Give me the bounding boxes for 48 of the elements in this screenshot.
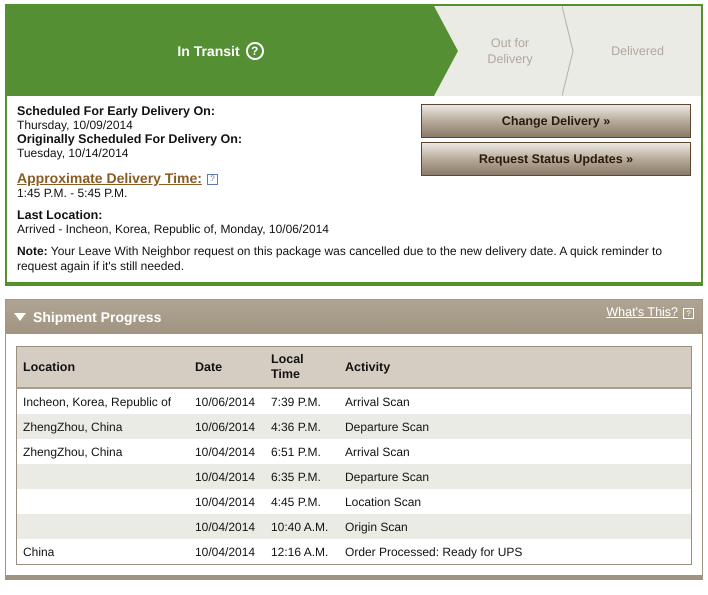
help-icon[interactable]: ? — [206, 174, 218, 184]
table-cell: 4:36 P.M. — [265, 414, 339, 439]
column-header: Activity — [339, 346, 692, 388]
table-cell: 10/06/2014 — [189, 388, 265, 414]
table-cell: ZhengZhou, China — [16, 439, 189, 464]
field-label: Originally Scheduled For Delivery On: — [17, 132, 244, 146]
column-header: Date — [189, 346, 265, 388]
table-cell: 10/04/2014 — [189, 514, 265, 539]
field-value: Tuesday, 10/14/2014 — [17, 146, 130, 160]
table-cell: Arrival Scan — [339, 388, 692, 414]
whats-this-link[interactable]: What's This? — [606, 305, 678, 319]
note-text: Note: Your Leave With Neighbor request on this package was cancelled due to the new delivery date. A quick reminder to request again if it's still needed. — [17, 244, 664, 274]
help-icon[interactable]: ? — [246, 42, 264, 60]
table-cell: 10/04/2014 — [189, 464, 265, 489]
table-cell: Arrival Scan — [339, 439, 692, 464]
field-label: Last Location: — [17, 208, 104, 222]
field-value: 1:45 P.M. - 5:45 P.M. — [17, 186, 128, 200]
table-cell: 10/06/2014 — [189, 414, 265, 439]
table-cell: 6:51 P.M. — [265, 439, 339, 464]
table-cell: Departure Scan — [339, 414, 692, 439]
column-header: Local Time — [265, 346, 339, 388]
table-cell: 6:35 P.M. — [265, 464, 339, 489]
table-cell: ZhengZhou, China — [16, 414, 189, 439]
table-cell: 10/04/2014 — [189, 489, 265, 514]
field-value: Arrived - Incheon, Korea, Republic of, Monday, 10/06/2014 — [17, 222, 330, 236]
table-cell: 12:16 A.M. — [265, 539, 339, 564]
table-cell: China — [16, 539, 189, 564]
column-header: Location — [16, 346, 189, 388]
help-icon[interactable]: ? — [683, 308, 694, 319]
progress-step: Delivered — [574, 6, 701, 96]
field-value: Thursday, 10/09/2014 — [17, 118, 134, 132]
table-cell: Origin Scan — [339, 514, 692, 539]
table-cell: Order Processed: Ready for UPS — [339, 539, 692, 564]
table-cell: 10/04/2014 — [189, 539, 265, 564]
table-cell: 4:45 P.M. — [265, 489, 339, 514]
table-cell: Incheon, Korea, Republic of — [16, 388, 189, 414]
section-title: Shipment Progress — [33, 309, 162, 325]
field-label: Scheduled For Early Delivery On: — [17, 104, 216, 118]
collapse-icon[interactable] — [14, 313, 26, 321]
table-cell: Departure Scan — [339, 464, 692, 489]
table-cell: Location Scan — [339, 489, 692, 514]
table-cell: 7:39 P.M. — [265, 388, 339, 414]
action-button[interactable]: Request Status Updates » — [421, 142, 691, 176]
delivery-time-link[interactable]: Approximate Delivery Time: — [17, 170, 202, 186]
table-cell: 10/04/2014 — [189, 439, 265, 464]
progress-step: In Transit ? — [7, 6, 458, 96]
table-cell: 10:40 A.M. — [265, 514, 339, 539]
action-button[interactable]: Change Delivery » — [421, 104, 691, 138]
